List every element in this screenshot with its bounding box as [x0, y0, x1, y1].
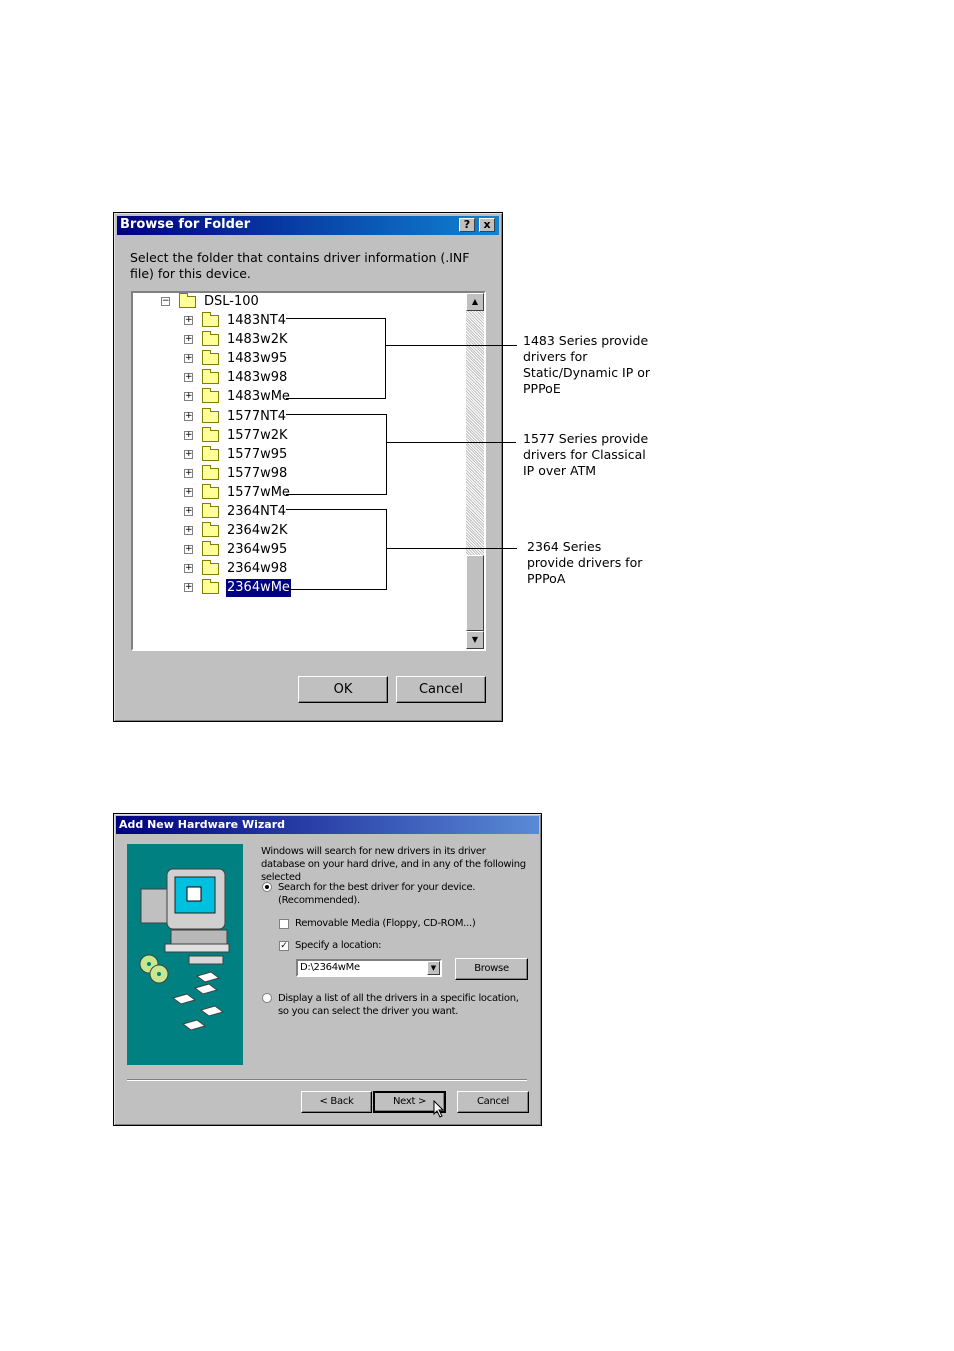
display-list-label: Display a list of all the drivers in a s…: [278, 993, 519, 1017]
tree-item-label: 2364w95: [227, 542, 288, 558]
tree-item-label: 1483w98: [227, 370, 288, 386]
folder-icon: [202, 369, 219, 385]
display-list-radio[interactable]: [262, 993, 272, 1003]
dialog-title: Browse for Folder: [120, 217, 251, 232]
tree-item-label: 1577w95: [227, 446, 288, 462]
expand-icon[interactable]: +: [184, 354, 193, 364]
wizard-title: Add New Hardware Wizard: [119, 818, 286, 831]
wizard-intro: Windows will search for new drivers in i…: [261, 846, 526, 883]
tree-item-label: 1577w98: [227, 465, 288, 481]
bracket-line: [286, 414, 387, 415]
folder-icon: [202, 579, 219, 595]
expand-icon[interactable]: +: [184, 449, 193, 459]
tree-item-label: 1483NT4: [227, 313, 287, 328]
tree-item-label: 1483w95: [227, 351, 288, 367]
tree-item-label: 1577wMe: [227, 484, 290, 500]
bracket-line: [286, 589, 387, 590]
folder-icon: [202, 388, 219, 404]
bracket-line: [286, 318, 386, 319]
tree-item-label: 1483w2K: [227, 332, 288, 348]
tree-item-label: 1577w2K: [227, 427, 288, 443]
title-bar: Browse for Folder ? x: [117, 216, 499, 235]
expand-icon[interactable]: +: [184, 430, 193, 440]
tree-item-label: 1483wMe: [227, 389, 290, 405]
folder-icon: [202, 464, 219, 480]
search-best-radio[interactable]: [262, 882, 272, 892]
folder-icon: [202, 503, 219, 518]
expand-icon[interactable]: +: [184, 468, 193, 478]
pointer-line: [386, 548, 517, 549]
add-new-hardware-wizard: Add New Hardware Wizard Windows will sea…: [113, 813, 542, 1126]
button-separator: [127, 1079, 527, 1081]
folder-icon: [179, 293, 196, 308]
folder-icon: [202, 560, 219, 576]
expand-icon[interactable]: +: [184, 487, 193, 497]
expand-icon[interactable]: +: [184, 392, 193, 402]
expand-icon[interactable]: +: [184, 507, 193, 516]
tree-item-label: 2364wMe: [225, 578, 292, 599]
tree-item-label: 2364w2K: [227, 523, 288, 539]
folder-icon: [202, 445, 219, 461]
annotation-1483: 1483 Series provide drivers for Static/D…: [523, 333, 651, 396]
bracket-line: [286, 494, 387, 495]
location-value: D:\2364wMe: [300, 962, 360, 973]
scroll-up-button[interactable]: ▲: [466, 293, 484, 311]
tree-item-label: 2364w98: [227, 561, 288, 577]
tree-item-label: 1577NT4: [227, 408, 287, 424]
ok-button[interactable]: OK: [298, 676, 388, 703]
annotation-1577: 1577 Series provide drivers for Classica…: [523, 431, 649, 478]
expand-icon[interactable]: +: [184, 316, 193, 325]
expand-icon[interactable]: +: [184, 335, 193, 345]
annotation-2364: 2364 Series provide drivers for PPPoA: [527, 539, 643, 586]
cancel-button[interactable]: Cancel: [457, 1091, 529, 1113]
folder-icon: [202, 426, 219, 442]
scroll-thumb[interactable]: [466, 555, 484, 631]
bracket-line: [286, 398, 386, 399]
location-combobox[interactable]: D:\2364wMe ▼: [296, 959, 442, 977]
specify-location-checkbox[interactable]: ✓: [279, 941, 289, 951]
folder-icon: [202, 541, 219, 557]
tree-item-label: DSL-100: [204, 294, 259, 309]
folder-icon: [202, 407, 219, 423]
collapse-icon[interactable]: −: [161, 297, 170, 306]
removable-media-checkbox[interactable]: [279, 919, 289, 929]
tree-item-label: 2364NT4: [227, 504, 287, 519]
specify-location-label: Specify a location:: [295, 940, 382, 951]
folder-icon: [202, 331, 219, 347]
bracket-line: [386, 509, 387, 590]
vertical-scrollbar[interactable]: ▲ ▼: [466, 293, 484, 649]
expand-icon[interactable]: +: [184, 583, 193, 593]
browse-button[interactable]: Browse: [455, 958, 528, 980]
dropdown-arrow-icon[interactable]: ▼: [427, 961, 440, 975]
folder-icon: [202, 312, 219, 327]
expand-icon[interactable]: +: [184, 411, 193, 421]
close-button[interactable]: x: [479, 218, 495, 232]
pointer-line: [386, 442, 516, 443]
expand-icon[interactable]: +: [184, 526, 193, 536]
dialog-prompt: Select the folder that contains driver i…: [130, 250, 470, 281]
folder-icon: [202, 483, 219, 499]
scroll-down-button[interactable]: ▼: [466, 631, 484, 649]
folder-icon: [202, 522, 219, 538]
help-button[interactable]: ?: [459, 218, 475, 232]
expand-icon[interactable]: +: [184, 564, 193, 574]
search-best-label: Search for the best driver for your devi…: [278, 882, 476, 906]
bracket-line: [385, 318, 386, 399]
cancel-button[interactable]: Cancel: [396, 676, 486, 703]
browse-for-folder-dialog: Browse for Folder ? x Select the folder …: [113, 212, 503, 722]
wizard-illustration: [127, 844, 243, 1065]
back-button[interactable]: < Back: [301, 1091, 372, 1113]
computer-icon: [139, 868, 230, 1031]
expand-icon[interactable]: +: [184, 373, 193, 383]
pointer-line: [385, 345, 517, 346]
bracket-line: [386, 414, 387, 495]
removable-media-label: Removable Media (Floppy, CD-ROM...): [295, 918, 476, 929]
title-bar: Add New Hardware Wizard: [116, 816, 539, 834]
bracket-line: [286, 509, 387, 510]
mouse-cursor-icon: [433, 1100, 445, 1118]
expand-icon[interactable]: +: [184, 545, 193, 555]
folder-icon: [202, 350, 219, 366]
